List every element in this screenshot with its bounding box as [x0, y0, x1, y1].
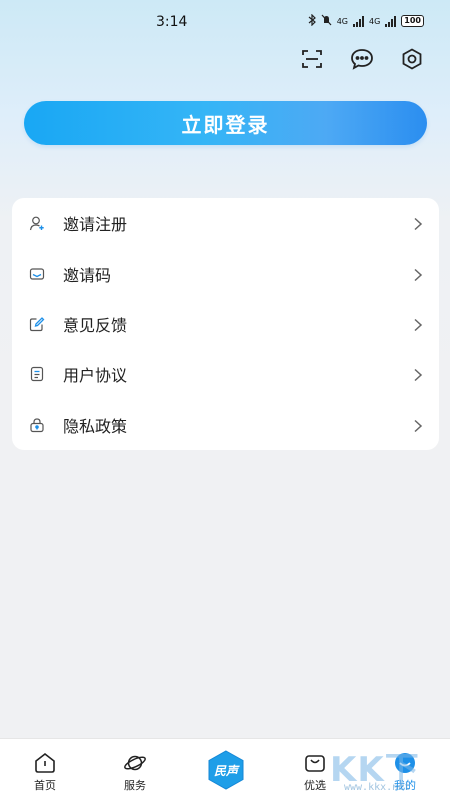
signal-icon-2: [385, 15, 397, 27]
tab-label: 服务: [124, 779, 146, 792]
tab-service[interactable]: 服务: [100, 739, 170, 800]
status-bar: 3:14 4G 4G 100: [0, 0, 450, 44]
top-actions: [299, 46, 425, 72]
menu-item-label: 邀请码: [63, 265, 112, 285]
chevron-right-icon: [413, 216, 423, 231]
tab-label: 首页: [34, 779, 56, 792]
signal-icon-1: [353, 15, 364, 27]
menu-item-privacy-policy[interactable]: 隐私政策: [12, 400, 439, 450]
tab-label: 优选: [304, 779, 326, 792]
menu-item-label: 邀请注册: [63, 215, 128, 235]
planet-icon: [123, 751, 147, 775]
status-time: 3:14: [156, 14, 188, 30]
tab-select[interactable]: 优选: [280, 739, 350, 800]
scan-icon[interactable]: [299, 46, 325, 72]
edit-icon: [28, 315, 46, 333]
user-add-icon: [28, 214, 46, 232]
login-button[interactable]: 立即登录: [24, 101, 427, 145]
network-label-2: 4G: [369, 16, 381, 26]
mute-icon: [321, 14, 332, 28]
center-logo-button[interactable]: 民声: [206, 750, 246, 790]
network-label-1: 4G: [336, 16, 348, 26]
mail-icon: [28, 265, 46, 283]
tab-home[interactable]: 首页: [10, 739, 80, 800]
menu-item-label: 用户协议: [63, 366, 128, 386]
status-icons: 4G 4G 100: [308, 13, 424, 28]
lock-icon: [28, 416, 46, 434]
menu-item-user-agreement[interactable]: 用户协议: [12, 349, 439, 399]
home-icon: [33, 751, 57, 775]
menu-card: 邀请注册 邀请码 意见反馈 用户协议 隐私政策: [12, 198, 439, 450]
tab-mine[interactable]: 我的: [370, 739, 440, 800]
message-icon[interactable]: [349, 46, 375, 72]
bag-icon: [303, 751, 327, 775]
chevron-right-icon: [413, 317, 423, 332]
settings-icon[interactable]: [399, 46, 425, 72]
menu-item-label: 意见反馈: [63, 315, 128, 335]
bluetooth-icon: [308, 13, 316, 28]
document-icon: [28, 365, 46, 383]
profile-icon: [393, 751, 417, 775]
menu-item-invite-code[interactable]: 邀请码: [12, 248, 439, 298]
center-logo-text: 民声: [213, 763, 238, 778]
menu-item-feedback[interactable]: 意见反馈: [12, 299, 439, 349]
chevron-right-icon: [413, 418, 423, 432]
menu-item-invite-register[interactable]: 邀请注册: [12, 198, 439, 248]
chevron-right-icon: [413, 367, 423, 382]
tab-label: 我的: [394, 779, 416, 792]
chevron-right-icon: [413, 267, 423, 281]
menu-item-label: 隐私政策: [63, 416, 128, 436]
battery-indicator: 100: [401, 15, 424, 27]
